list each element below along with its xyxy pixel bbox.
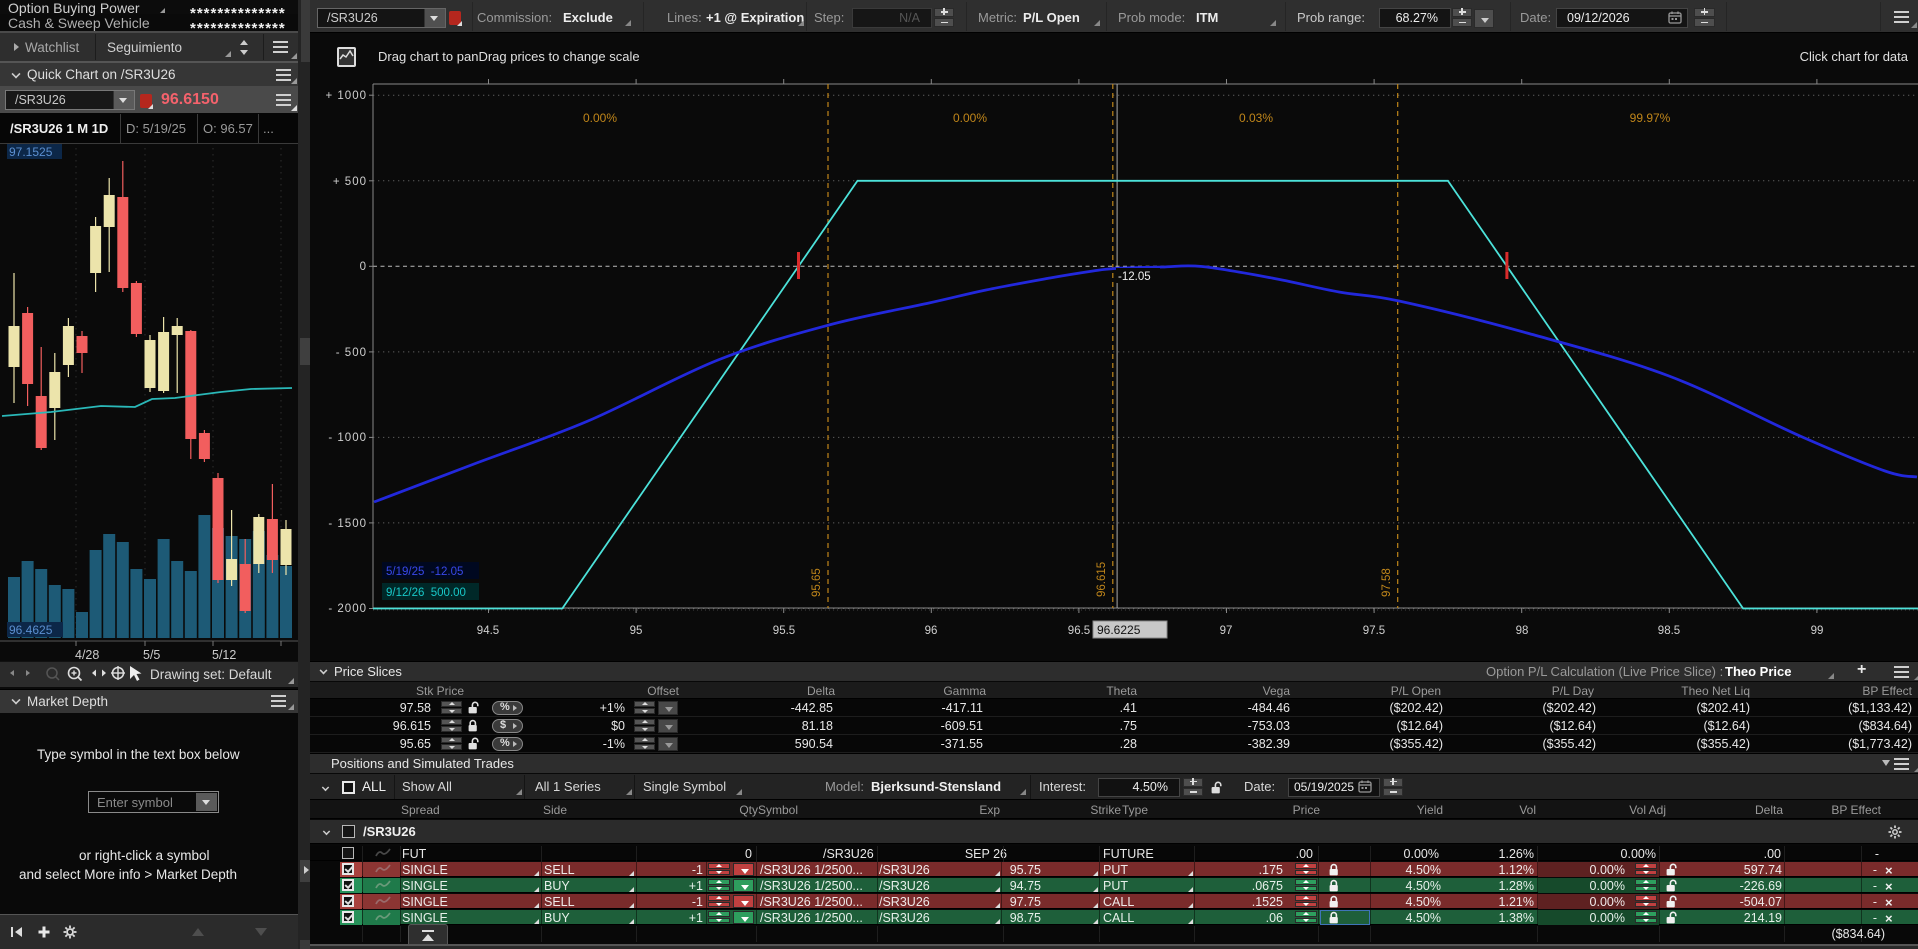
- svg-text:0.00%: 0.00%: [953, 111, 987, 125]
- svg-text:94.5: 94.5: [477, 625, 499, 637]
- svg-text:- 1500: - 1500: [328, 518, 367, 530]
- svg-text:+ 500: + 500: [333, 176, 367, 188]
- svg-text:99.97%: 99.97%: [1630, 111, 1671, 125]
- svg-text:95: 95: [630, 625, 643, 637]
- svg-text:+ 1000: + 1000: [326, 90, 368, 102]
- svg-text:95.5: 95.5: [773, 625, 795, 637]
- svg-text:99: 99: [1811, 625, 1824, 637]
- svg-text:96: 96: [925, 625, 938, 637]
- svg-text:98: 98: [1516, 625, 1529, 637]
- svg-text:0: 0: [360, 261, 367, 273]
- svg-text:96.6225: 96.6225: [1097, 623, 1141, 637]
- svg-text:96.5: 96.5: [1068, 625, 1090, 637]
- svg-text:0.00%: 0.00%: [583, 111, 617, 125]
- svg-text:98.5: 98.5: [1658, 625, 1680, 637]
- svg-text:5/19/25 -12.05: 5/19/25 -12.05: [386, 566, 463, 578]
- svg-text:- 500: - 500: [336, 347, 367, 359]
- svg-text:95.65: 95.65: [811, 568, 823, 597]
- svg-text:- 2000: - 2000: [328, 603, 367, 615]
- svg-text:97.58: 97.58: [1381, 568, 1393, 597]
- svg-text:-12.05: -12.05: [1118, 271, 1151, 283]
- svg-text:96.615: 96.615: [1096, 562, 1108, 597]
- svg-text:0.03%: 0.03%: [1239, 111, 1273, 125]
- svg-text:97.5: 97.5: [1363, 625, 1385, 637]
- svg-text:- 1000: - 1000: [328, 432, 367, 444]
- svg-text:9/12/26 500.00: 9/12/26 500.00: [386, 587, 466, 599]
- svg-text:97: 97: [1220, 625, 1233, 637]
